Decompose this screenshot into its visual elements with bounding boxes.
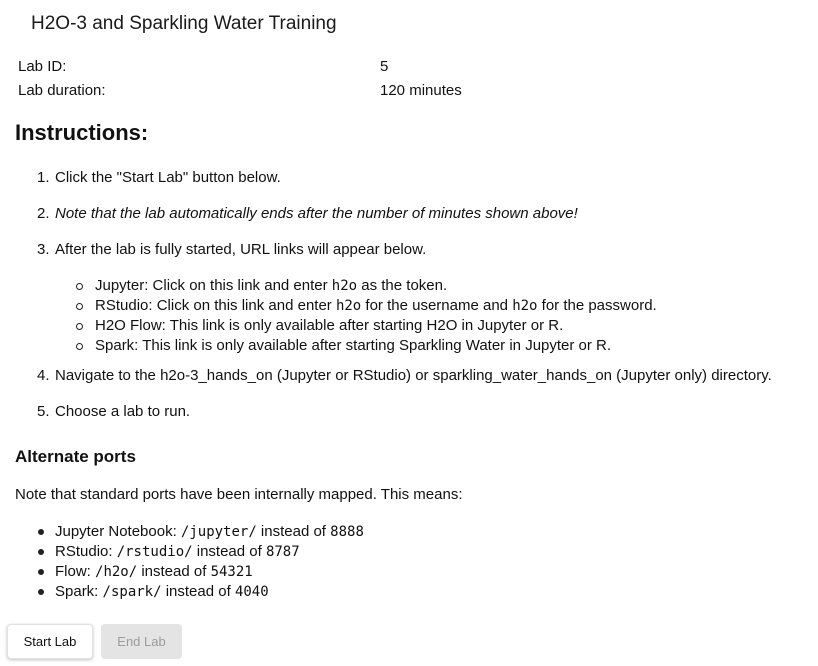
lab-id-value: 5 — [380, 57, 389, 75]
ports-list: Jupyter Notebook: /jupyter/ instead of 8… — [38, 522, 364, 602]
instruction-step: 3. After the lab is fully started, URL l… — [37, 240, 815, 356]
step-text: Choose a lab to run. — [55, 403, 191, 420]
port-path: /spark/ — [102, 584, 162, 600]
port-path: /h2o/ — [95, 564, 138, 580]
port-path: /jupyter/ — [180, 524, 257, 540]
lab-id-row: Lab ID: 5 — [18, 54, 498, 78]
bullet-icon — [38, 589, 44, 595]
alternate-ports-note: Note that standard ports have been inter… — [15, 486, 463, 503]
lab-duration-value: 120 minutes — [380, 81, 462, 99]
flow-link-text: H2O Flow: This link is only available af… — [95, 317, 564, 334]
url-links-list: Jupyter: Click on this link and enter h2… — [76, 276, 815, 356]
port-label: Jupyter Notebook: — [55, 523, 181, 540]
start-lab-button[interactable]: Start Lab — [7, 624, 93, 659]
jupyter-link-text: Jupyter: Click on this link and enter — [95, 277, 332, 294]
port-mid: instead of — [137, 563, 211, 580]
port-item: Jupyter Notebook: /jupyter/ instead of 8… — [38, 522, 364, 542]
rstudio-link-text-end: for the password. — [537, 297, 657, 314]
bullet-icon — [38, 569, 44, 575]
step-number: 1. — [37, 169, 50, 186]
step-number: 3. — [37, 241, 50, 258]
step-number: 2. — [37, 205, 50, 222]
port-number: 8787 — [265, 544, 300, 560]
port-mid: instead of — [192, 543, 266, 560]
hollow-bullet-icon — [76, 323, 83, 330]
rstudio-password-code: h2o — [512, 298, 538, 314]
rstudio-username-code: h2o — [335, 298, 362, 314]
end-lab-button[interactable]: End Lab — [101, 624, 182, 659]
port-label: Flow: — [55, 563, 96, 580]
step-number: 4. — [37, 367, 50, 384]
jupyter-link-item[interactable]: Jupyter: Click on this link and enter h2… — [76, 276, 815, 296]
lab-info: Lab ID: 5 Lab duration: 120 minutes — [18, 54, 498, 102]
step-text: Navigate to the h2o-3_hands_on (Jupyter … — [55, 367, 772, 384]
port-item: Spark: /spark/ instead of 4040 — [38, 582, 364, 602]
instruction-step: 4. Navigate to the h2o-3_hands_on (Jupyt… — [37, 366, 815, 386]
port-number: 54321 — [210, 564, 253, 580]
flow-link-item: H2O Flow: This link is only available af… — [76, 316, 815, 336]
lab-duration-row: Lab duration: 120 minutes — [18, 78, 498, 102]
page-title: H2O-3 and Sparkling Water Training — [31, 13, 337, 34]
jupyter-token-code: h2o — [331, 278, 358, 294]
rstudio-link-item[interactable]: RStudio: Click on this link and enter h2… — [76, 296, 815, 316]
hollow-bullet-icon — [76, 283, 83, 290]
lab-id-label: Lab ID: — [18, 57, 67, 75]
instructions-list: 1. Click the "Start Lab" button below. 2… — [37, 168, 815, 422]
port-path: /rstudio/ — [116, 544, 193, 560]
port-label: Spark: — [55, 583, 103, 600]
rstudio-link-text: RStudio: Click on this link and enter — [95, 297, 336, 314]
port-item: RStudio: /rstudio/ instead of 8787 — [38, 542, 364, 562]
step-text: After the lab is fully started, URL link… — [55, 241, 427, 258]
instruction-step: 2. Note that the lab automatically ends … — [37, 204, 815, 224]
lab-duration-label: Lab duration: — [18, 81, 106, 99]
port-mid: instead of — [161, 583, 235, 600]
port-label: RStudio: — [55, 543, 117, 560]
spark-link-text: Spark: This link is only available after… — [95, 337, 612, 354]
port-number: 8888 — [330, 524, 364, 540]
port-item: Flow: /h2o/ instead of 54321 — [38, 562, 364, 582]
port-number: 4040 — [234, 584, 269, 600]
port-mid: instead of — [256, 523, 331, 540]
hollow-bullet-icon — [76, 303, 83, 310]
instructions-heading: Instructions: — [15, 120, 149, 145]
bullet-icon — [38, 529, 44, 535]
hollow-bullet-icon — [76, 343, 83, 350]
jupyter-link-text-end: as the token. — [357, 277, 448, 294]
spark-link-item: Spark: This link is only available after… — [76, 336, 815, 356]
step-text: Click the "Start Lab" button below. — [55, 169, 281, 186]
instruction-step: 5. Choose a lab to run. — [37, 402, 815, 422]
rstudio-link-text-mid: for the username and — [361, 297, 513, 314]
bullet-icon — [38, 549, 44, 555]
alternate-ports-heading: Alternate ports — [15, 447, 136, 466]
instruction-step: 1. Click the "Start Lab" button below. — [37, 168, 815, 188]
step-text: Note that the lab automatically ends aft… — [55, 205, 578, 222]
step-number: 5. — [37, 403, 50, 420]
